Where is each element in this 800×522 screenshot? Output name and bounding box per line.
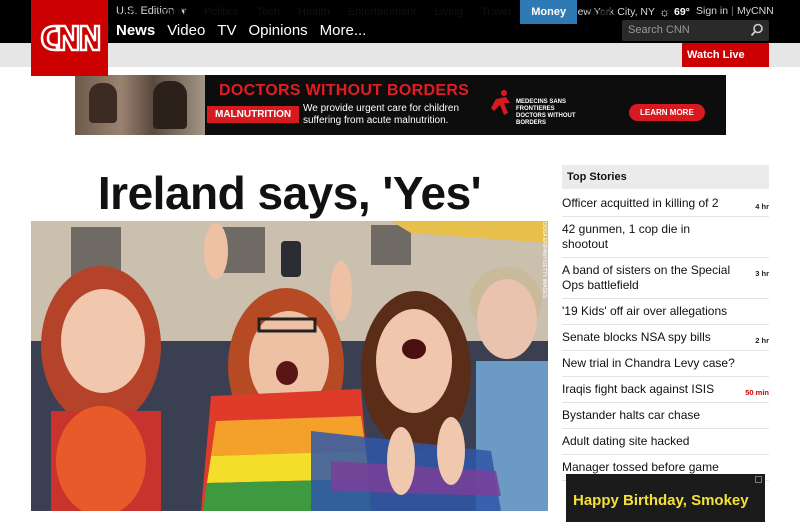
photo-credit: DOGA ERIFANY/GETTY IMAGES bbox=[541, 222, 547, 299]
story-item[interactable]: Officer acquitted in killing of 2 4 hr bbox=[562, 191, 769, 217]
story-title: New trial in Chandra Levy case? bbox=[562, 356, 735, 370]
watch-live-tv-button[interactable]: Watch Live TV› bbox=[682, 43, 769, 86]
sign-in-link[interactable]: Sign in bbox=[696, 5, 728, 17]
section-sports[interactable]: Sports bbox=[577, 0, 627, 24]
nav-more[interactable]: More... bbox=[320, 22, 367, 39]
story-title: 42 gunmen, 1 cop die in shootout bbox=[562, 222, 691, 251]
cnn-logo[interactable] bbox=[31, 0, 108, 76]
mycnn-link[interactable]: MyCNN bbox=[737, 5, 774, 17]
nav-video[interactable]: Video bbox=[167, 22, 205, 39]
ad-banner[interactable]: DOCTORS WITHOUT BORDERS MALNUTRITION We … bbox=[75, 75, 726, 135]
ad-title: DOCTORS WITHOUT BORDERS bbox=[219, 82, 470, 99]
top-stories-list: Officer acquitted in killing of 2 4 hr 4… bbox=[562, 191, 769, 481]
celebrating-crowd-image bbox=[31, 221, 548, 511]
story-title: Adult dating site hacked bbox=[562, 434, 690, 448]
promo-ad[interactable]: Happy Birthday, Smokey bbox=[566, 474, 765, 522]
hero-photo[interactable] bbox=[31, 221, 548, 511]
section-politics[interactable]: Politics bbox=[195, 0, 248, 24]
story-title: Senate blocks NSA spy bills bbox=[562, 330, 711, 344]
story-time: 4 hr bbox=[755, 202, 769, 211]
nav-news[interactable]: News bbox=[116, 22, 155, 39]
story-title: A band of sisters on the Special Ops bat… bbox=[562, 263, 731, 292]
search-placeholder: Search CNN bbox=[628, 24, 690, 36]
ad-photo bbox=[75, 75, 205, 135]
ad-copy: We provide urgent care for children suff… bbox=[303, 103, 459, 127]
top-stories-heading: Top Stories bbox=[562, 165, 769, 189]
story-item[interactable]: Iraqis fight back against ISIS 50 min bbox=[562, 377, 769, 403]
nav-tv[interactable]: TV bbox=[217, 22, 236, 39]
msf-line1: MEDECINS SANS FRONTIERES bbox=[516, 99, 567, 112]
nav-opinions[interactable]: Opinions bbox=[248, 22, 307, 39]
header-separator: | bbox=[731, 5, 734, 17]
section-world[interactable]: World bbox=[148, 0, 195, 24]
msf-logo: MEDECINS SANS FRONTIERES DOCTORS WITHOUT… bbox=[490, 89, 600, 126]
section-us[interactable]: U.S. bbox=[109, 0, 148, 24]
section-entertainment[interactable]: Entertainment bbox=[339, 0, 425, 24]
story-item[interactable]: Bystander halts car chase bbox=[562, 403, 769, 429]
msf-line2: DOCTORS WITHOUT BORDERS bbox=[516, 113, 576, 126]
section-nav: U.S. World Politics Tech Health Entertai… bbox=[109, 0, 627, 24]
story-time: 3 hr bbox=[755, 269, 769, 278]
ad-choices-icon[interactable] bbox=[755, 476, 762, 483]
search-input[interactable]: Search CNN bbox=[622, 20, 769, 41]
section-health[interactable]: Health bbox=[289, 0, 339, 24]
section-tech[interactable]: Tech bbox=[248, 0, 289, 24]
ad-copy-line1: We provide urgent care for children bbox=[303, 103, 460, 114]
story-time: 50 min bbox=[745, 388, 769, 397]
search-icon[interactable] bbox=[750, 23, 764, 37]
section-travel[interactable]: Travel bbox=[472, 0, 520, 24]
weather-temp: 69° bbox=[674, 6, 690, 18]
msf-runner-icon bbox=[491, 90, 510, 115]
story-title: Manager tossed before game bbox=[562, 460, 719, 474]
section-money[interactable]: Money bbox=[520, 0, 578, 24]
msf-text: MEDECINS SANS FRONTIERES DOCTORS WITHOUT… bbox=[516, 99, 600, 127]
story-title: Officer acquitted in killing of 2 bbox=[562, 196, 719, 210]
story-title: Bystander halts car chase bbox=[562, 408, 701, 422]
next-headline-peek bbox=[31, 512, 548, 522]
story-item[interactable]: Adult dating site hacked bbox=[562, 429, 769, 455]
promo-text: Happy Birthday, Smokey bbox=[573, 492, 749, 509]
ad-copy-line2: suffering from acute malnutrition. bbox=[303, 115, 449, 126]
story-item[interactable]: '19 Kids' off air over allegations bbox=[562, 299, 769, 325]
story-title: Iraqis fight back against ISIS bbox=[562, 382, 715, 396]
story-time: 2 hr bbox=[755, 336, 769, 345]
story-item[interactable]: Senate blocks NSA spy bills 2 hr bbox=[562, 325, 769, 351]
section-nav-bar bbox=[0, 43, 800, 67]
learn-more-button[interactable]: LEARN MORE bbox=[629, 104, 705, 121]
section-living[interactable]: Living bbox=[425, 0, 472, 24]
primary-nav: News Video TV Opinions More... bbox=[116, 22, 378, 39]
sun-icon: ☼ bbox=[659, 5, 670, 19]
story-item[interactable]: New trial in Chandra Levy case? bbox=[562, 351, 769, 377]
story-item[interactable]: A band of sisters on the Special Ops bat… bbox=[562, 258, 769, 299]
main-headline[interactable]: Ireland says, 'Yes' bbox=[31, 166, 548, 220]
ad-tag: MALNUTRITION bbox=[207, 106, 300, 123]
story-item[interactable]: 42 gunmen, 1 cop die in shootout bbox=[562, 217, 769, 258]
story-title: '19 Kids' off air over allegations bbox=[562, 304, 728, 318]
cnn-logo-mark bbox=[40, 24, 101, 52]
